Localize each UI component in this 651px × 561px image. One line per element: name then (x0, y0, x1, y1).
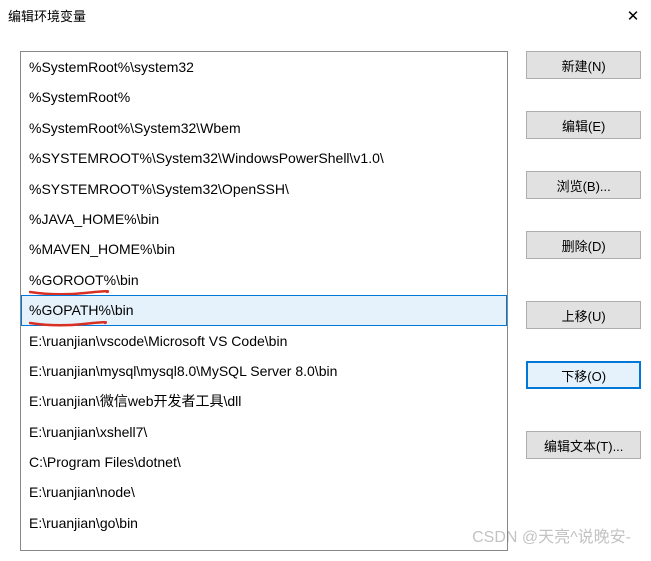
list-item[interactable]: E:\ruanjian\mysql\mysql8.0\MySQL Server … (21, 356, 507, 386)
list-item[interactable]: E:\ruanjian\vscode\Microsoft VS Code\bin (21, 326, 507, 356)
list-item[interactable]: %GOROOT%\bin (21, 265, 507, 295)
list-item[interactable]: C:\Program Files\dotnet\ (21, 447, 507, 477)
list-item[interactable]: %JAVA_HOME%\bin (21, 204, 507, 234)
list-item[interactable]: %SYSTEMROOT%\System32\OpenSSH\ (21, 174, 507, 204)
titlebar: 编辑环境变量 ✕ (0, 0, 651, 31)
list-item[interactable]: %SystemRoot%\System32\Wbem (21, 113, 507, 143)
list-item[interactable]: E:\ruanjian\go\bin (21, 508, 507, 538)
env-path-listbox[interactable]: %SystemRoot%\system32%SystemRoot%%System… (20, 51, 508, 551)
list-item[interactable]: %SystemRoot% (21, 82, 507, 112)
button-panel: 新建(N) 编辑(E) 浏览(B)... 删除(D) 上移(U) 下移(O) 编… (526, 51, 641, 551)
list-item[interactable]: E:\ruanjian\xshell7\ (21, 417, 507, 447)
list-item[interactable]: %SYSTEMROOT%\System32\WindowsPowerShell\… (21, 143, 507, 173)
edit-text-button[interactable]: 编辑文本(T)... (526, 431, 641, 459)
list-item[interactable]: E:\ruanjian\微信web开发者工具\dll (21, 386, 507, 416)
edit-button[interactable]: 编辑(E) (526, 111, 641, 139)
delete-button[interactable]: 删除(D) (526, 231, 641, 259)
list-item[interactable]: %MAVEN_HOME%\bin (21, 234, 507, 264)
window-title: 编辑环境变量 (8, 6, 86, 25)
browse-button[interactable]: 浏览(B)... (526, 171, 641, 199)
close-icon[interactable]: ✕ (623, 7, 643, 25)
list-item[interactable]: %GOPATH%\bin (21, 295, 507, 325)
new-button[interactable]: 新建(N) (526, 51, 641, 79)
list-item[interactable]: E:\ruanjian\node\ (21, 477, 507, 507)
move-down-button[interactable]: 下移(O) (526, 361, 641, 389)
dialog-content: %SystemRoot%\system32%SystemRoot%%System… (0, 31, 651, 561)
list-item[interactable]: %SystemRoot%\system32 (21, 52, 507, 82)
move-up-button[interactable]: 上移(U) (526, 301, 641, 329)
